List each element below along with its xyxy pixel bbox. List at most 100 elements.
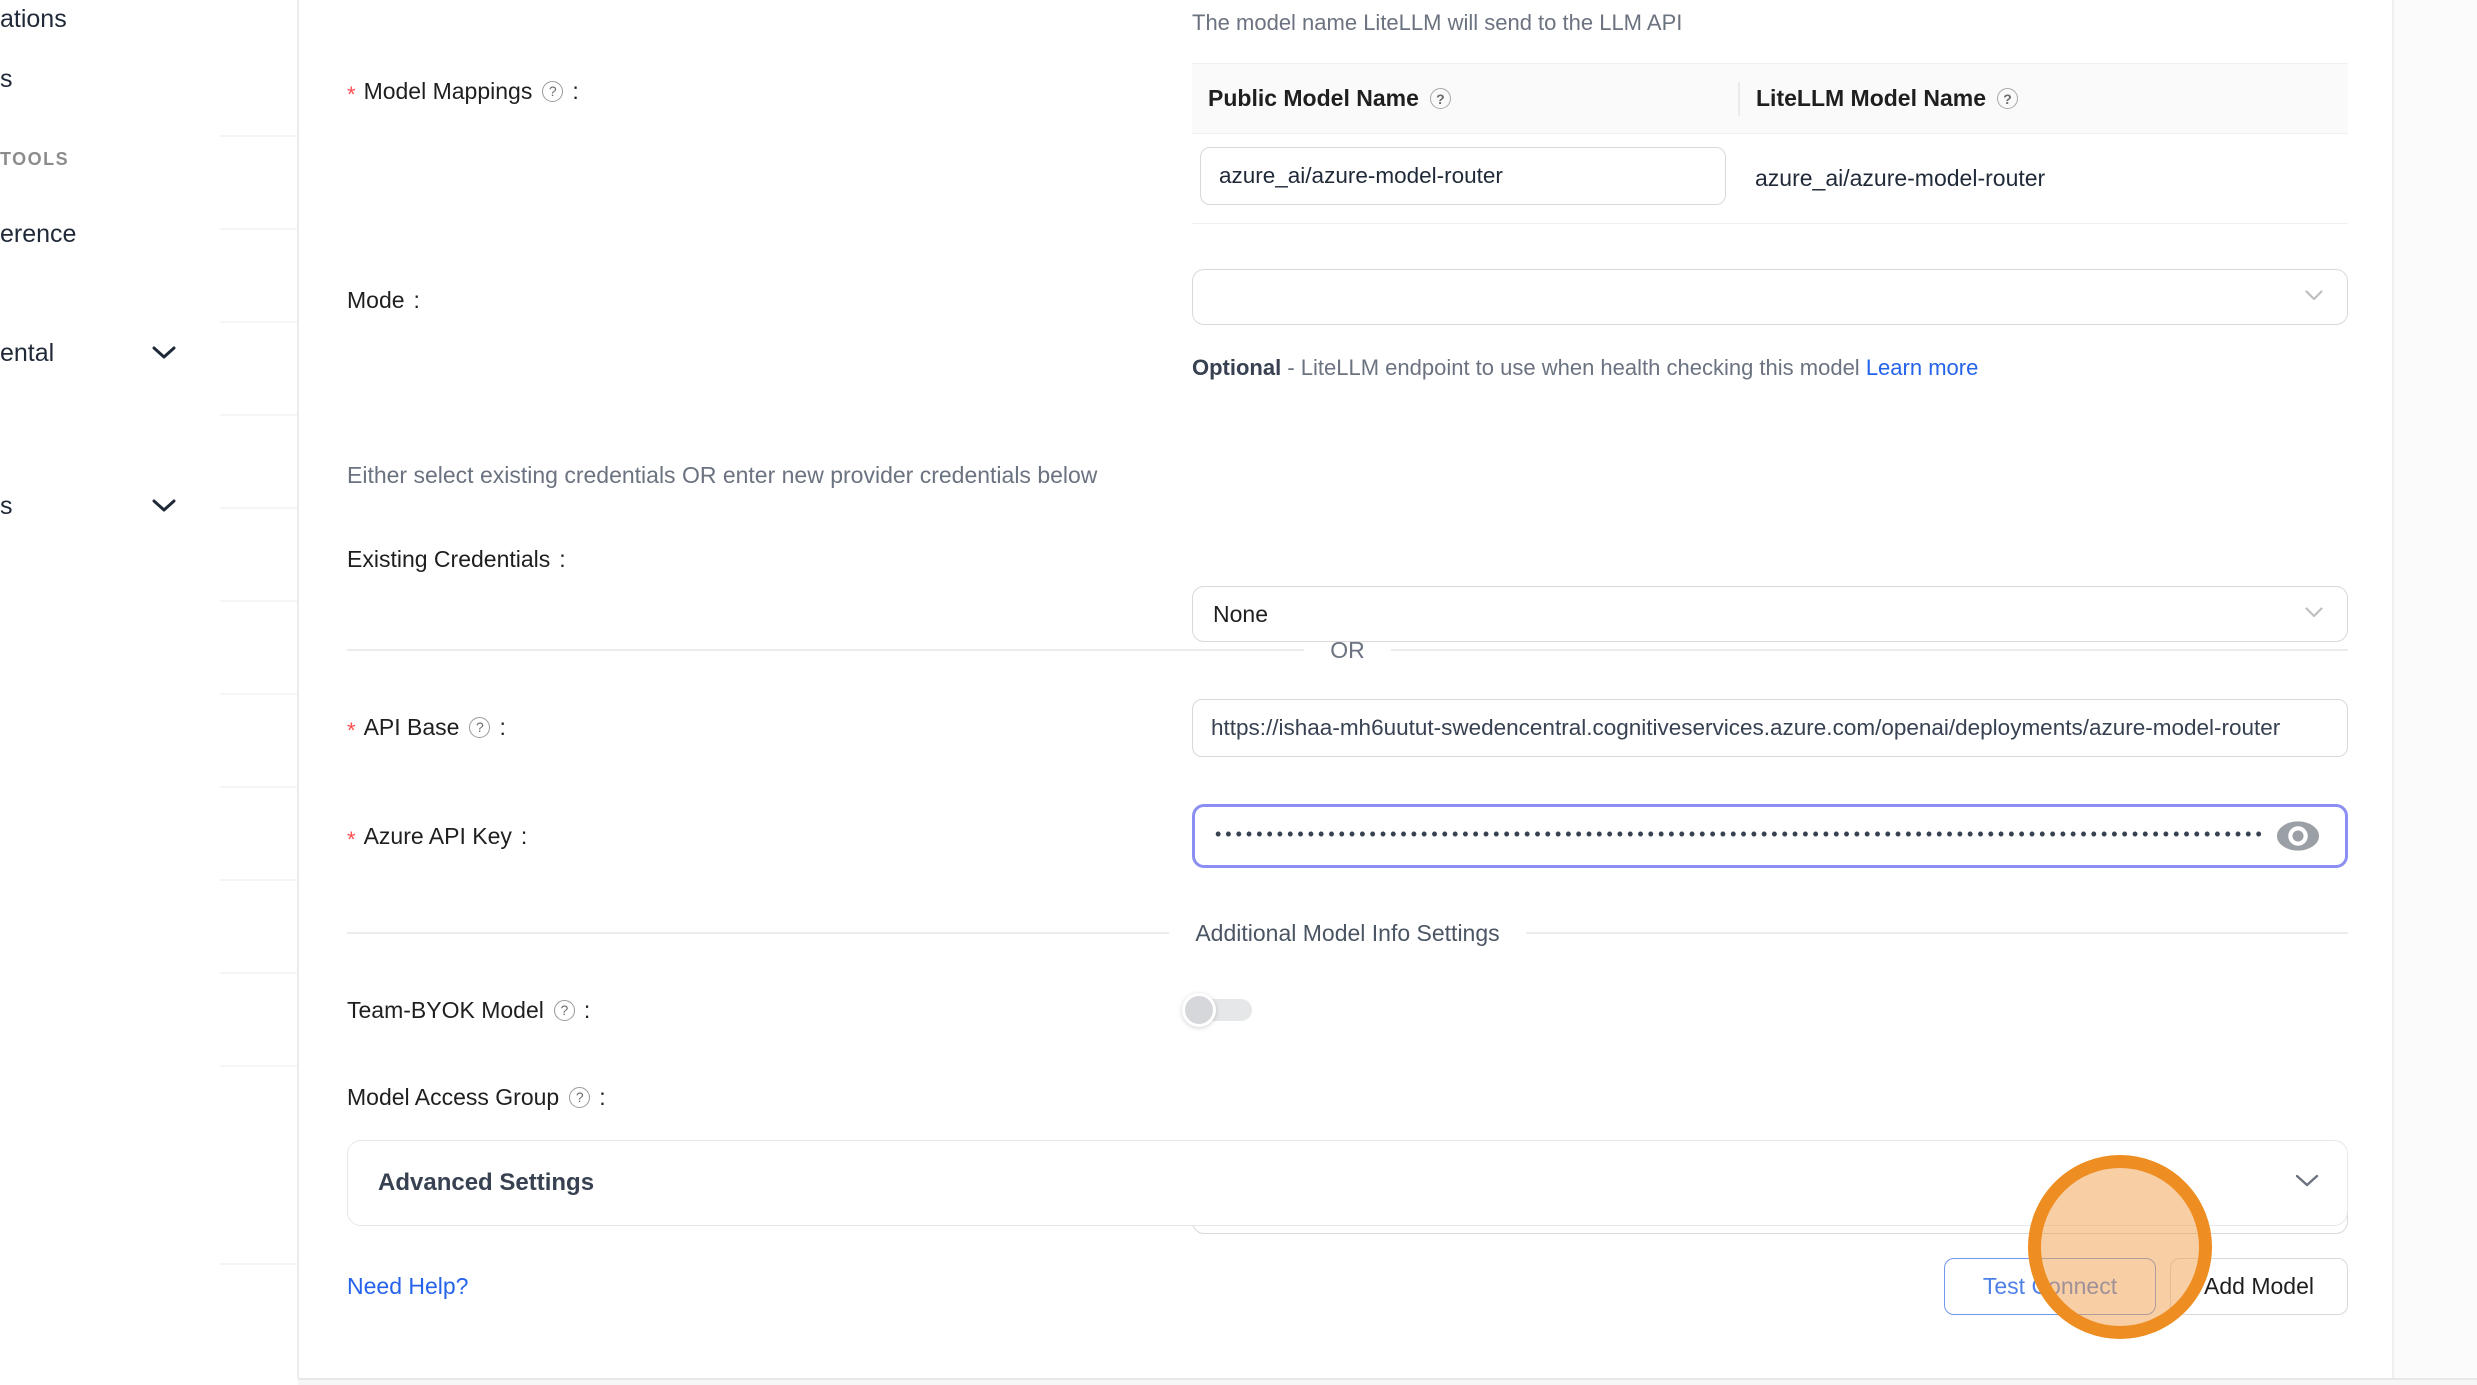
dimmed-row-line — [220, 228, 298, 230]
existing-credentials-select[interactable]: None — [1192, 586, 2348, 642]
dimmed-row-line — [220, 1065, 298, 1067]
sidebar-item-label: erence — [0, 220, 76, 249]
toggle-knob — [1182, 993, 1216, 1027]
help-glyph: ? — [560, 1002, 568, 1018]
model-mappings-label: * Model Mappings ? : — [347, 73, 579, 109]
or-divider: OR — [347, 638, 2348, 662]
sidebar-item-label: s — [0, 492, 13, 521]
label-colon: : — [521, 823, 527, 850]
help-icon[interactable]: ? — [542, 81, 563, 102]
dimmed-row-line — [220, 1263, 298, 1265]
column-header-public-model-name: Public Model Name ? — [1192, 85, 1738, 112]
sidebar-item-label: ations — [0, 5, 67, 34]
eye-icon[interactable] — [2275, 818, 2321, 854]
label-colon: : — [559, 546, 565, 573]
add-model-button[interactable]: Add Model — [2170, 1258, 2348, 1315]
label-text: Model Mappings — [364, 78, 533, 105]
modal-right-border — [2392, 0, 2394, 1378]
advanced-settings-title: Advanced Settings — [378, 1169, 594, 1197]
dimmed-row-line — [220, 321, 298, 323]
sidebar-item-inference[interactable]: erence — [0, 217, 76, 251]
litellm-model-name-value: azure_ai/azure-model-router — [1755, 134, 2045, 223]
chevron-down-icon — [2295, 1174, 2319, 1193]
page-background — [2394, 0, 2477, 1378]
test-connect-button[interactable]: Test Connect — [1944, 1258, 2156, 1315]
help-icon[interactable]: ? — [1997, 88, 2018, 109]
public-model-name-value: azure_ai/azure-model-router — [1201, 163, 1503, 189]
label-text: Model Access Group — [347, 1084, 559, 1111]
column-header-text: LiteLLM Model Name — [1756, 85, 1986, 112]
label-colon: : — [499, 714, 505, 741]
label-text: Mode — [347, 287, 405, 314]
help-icon[interactable]: ? — [1430, 88, 1451, 109]
model-mappings-table: Public Model Name ? LiteLLM Model Name ?… — [1192, 63, 2348, 224]
label-text: Azure API Key — [364, 823, 512, 850]
label-colon: : — [584, 997, 590, 1024]
masked-api-key-value: ••••••••••••••••••••••••••••••••••••••••… — [1215, 824, 2261, 845]
help-icon[interactable]: ? — [469, 717, 490, 738]
mode-label: Mode : — [347, 282, 420, 318]
dimmed-row-line — [220, 135, 298, 137]
team-byok-toggle[interactable] — [1182, 993, 1254, 1027]
column-separator — [1738, 82, 1740, 116]
existing-credentials-value: None — [1193, 601, 1268, 628]
model-name-helper-text: The model name LiteLLM will send to the … — [1192, 10, 1682, 36]
credentials-note: Either select existing credentials OR en… — [347, 462, 1097, 489]
sidebar-item-organizations[interactable]: ations — [0, 2, 67, 36]
help-glyph: ? — [549, 83, 557, 99]
api-base-value: https://ishaa-mh6uutut-swedencentral.cog… — [1193, 715, 2280, 741]
advanced-settings-panel[interactable]: Advanced Settings — [347, 1140, 2348, 1226]
column-header-text: Public Model Name — [1208, 85, 1419, 112]
help-glyph: ? — [476, 719, 484, 735]
chevron-down-icon — [152, 499, 176, 513]
or-divider-text: OR — [1330, 637, 1365, 664]
azure-api-key-input[interactable]: ••••••••••••••••••••••••••••••••••••••••… — [1192, 804, 2348, 868]
hint-text: - LiteLLM endpoint to use when health ch… — [1281, 355, 1866, 380]
label-text: Team-BYOK Model — [347, 997, 544, 1024]
label-colon: : — [572, 78, 578, 105]
azure-api-key-label: * Azure API Key : — [347, 818, 527, 854]
dimmed-row-line — [220, 600, 298, 602]
sidebar-item-experimental[interactable]: ental — [0, 336, 54, 370]
model-access-group-label: Model Access Group ? : — [347, 1079, 606, 1115]
divider-line — [347, 932, 1169, 934]
dimmed-row-line — [220, 786, 298, 788]
help-glyph: ? — [2003, 91, 2012, 107]
dimmed-row-line — [220, 414, 298, 416]
chevron-down-icon — [152, 346, 176, 360]
help-glyph: ? — [576, 1089, 584, 1105]
help-glyph: ? — [1436, 91, 1445, 107]
sidebar-item-settings[interactable]: s — [0, 489, 13, 523]
mode-select[interactable] — [1192, 269, 2348, 325]
page-background — [298, 1380, 2477, 1385]
required-marker: * — [347, 718, 356, 744]
chevron-down-icon — [2305, 605, 2323, 623]
api-base-label: * API Base ? : — [347, 709, 506, 745]
chevron-down-icon — [2305, 288, 2323, 306]
learn-more-link[interactable]: Learn more — [1866, 355, 1979, 380]
sidebar-section-label: TOOLS — [0, 149, 69, 169]
modal-left-border — [297, 0, 299, 1378]
column-header-litellm-model-name: LiteLLM Model Name ? — [1738, 85, 2018, 112]
hint-bold: Optional — [1192, 355, 1281, 380]
help-icon[interactable]: ? — [569, 1087, 590, 1108]
dimmed-row-line — [220, 879, 298, 881]
sidebar-item-label: s — [0, 65, 13, 94]
sidebar-item-models[interactable]: s — [0, 62, 13, 96]
label-colon: : — [414, 287, 420, 314]
required-marker: * — [347, 82, 356, 108]
help-icon[interactable]: ? — [554, 1000, 575, 1021]
sidebar-item-label: ental — [0, 339, 54, 368]
dimmed-row-line — [220, 972, 298, 974]
additional-info-divider: Additional Model Info Settings — [347, 921, 2348, 945]
label-colon: : — [599, 1084, 605, 1111]
divider-line — [347, 649, 1304, 651]
dimmed-row-line — [220, 507, 298, 509]
api-base-input[interactable]: https://ishaa-mh6uutut-swedencentral.cog… — [1192, 699, 2348, 757]
mode-hint: Optional - LiteLLM endpoint to use when … — [1192, 348, 2002, 387]
public-model-name-input[interactable]: azure_ai/azure-model-router — [1200, 147, 1726, 205]
divider-line — [1391, 649, 2348, 651]
need-help-link[interactable]: Need Help? — [347, 1273, 468, 1300]
model-mappings-table-row: azure_ai/azure-model-router azure_ai/azu… — [1192, 134, 2348, 223]
additional-info-divider-text: Additional Model Info Settings — [1195, 920, 1499, 947]
